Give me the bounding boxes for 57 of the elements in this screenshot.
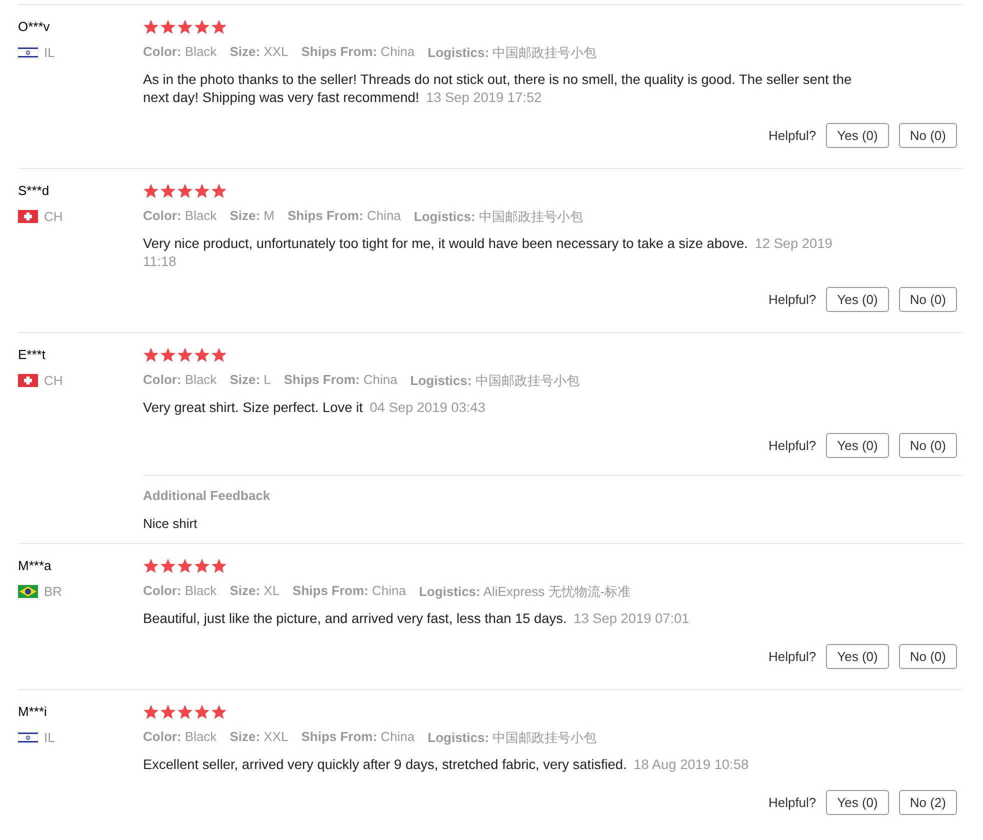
user-name: S***d <box>18 183 50 199</box>
product-attribute: Color: Black <box>143 372 217 389</box>
yes-button[interactable]: Yes (0) <box>826 123 889 148</box>
product-attribute: Color: Black <box>143 44 217 61</box>
flag-icon <box>18 731 38 744</box>
country-code: CH <box>44 373 63 388</box>
flag-icon <box>18 585 38 598</box>
product-attribute: Ships From: China <box>301 729 415 746</box>
helpful-label: Helpful? <box>768 649 816 664</box>
review-text: Very great shirt. Size perfect. Love it 04 Sep 2019 03:43 <box>143 399 486 417</box>
user-name: M***i <box>18 704 48 720</box>
product-attribute: Size: XXL <box>230 729 288 746</box>
flag-icon <box>18 46 38 59</box>
additional-feedback-text: Nice shirt <box>143 516 198 531</box>
review-text: Excellent seller, arrived very quickly after 9 days, stretched fabric, very satisfied. 18 Aug 2019 10:58 <box>143 756 750 774</box>
review-text: Beautiful, just like the picture, and arrived very fast, less than 15 days. 13 Sep 2019 07:01 <box>143 610 690 628</box>
yes-button[interactable]: Yes (0) <box>826 644 889 669</box>
helpful-label: Helpful? <box>768 292 816 307</box>
flag-icon <box>18 210 38 223</box>
no-button[interactable]: No (0) <box>898 123 957 148</box>
product-attribute: Ships From: China <box>287 208 401 225</box>
review-text: Very nice product, unfortunately too tight for me, it would have been necessary to take a size above. 12 Sep 2019 11:18 <box>143 235 834 271</box>
product-attribute: Ships From: China <box>284 372 398 389</box>
review-text: As in the photo thanks to the seller! Threads do not stick out, there is no smell, the quality is good. The seller sent the next day! Shipping was very fast recommend! 13 Sep 2019 17:52 <box>143 71 853 107</box>
product-attribute: Logistics: 中国邮政挂号小包 <box>428 44 597 62</box>
yes-button[interactable]: Yes (0) <box>826 287 889 312</box>
user-name: E***t <box>18 347 46 363</box>
country-code: BR <box>44 584 62 599</box>
helpful-label: Helpful? <box>768 795 816 810</box>
additional-feedback-title: Additional Feedback <box>143 488 272 503</box>
no-button[interactable]: No (0) <box>898 433 957 458</box>
yes-button[interactable]: Yes (0) <box>826 433 889 458</box>
product-attribute: Ships From: China <box>292 583 406 600</box>
flag-icon <box>18 374 38 387</box>
country-code: CH <box>44 209 63 224</box>
product-attribute: Logistics: AliExpress 无忧物流-标准 <box>418 583 631 601</box>
product-attribute: Logistics: 中国邮政挂号小包 <box>428 729 597 747</box>
product-attribute: Color: Black <box>143 208 217 225</box>
no-button[interactable]: No (2) <box>898 790 957 815</box>
product-attribute: Size: XL <box>230 583 280 600</box>
product-attribute: Size: L <box>230 372 271 389</box>
product-attribute: Ships From: China <box>301 44 415 61</box>
user-name: M***a <box>18 558 52 574</box>
product-attribute: Size: XXL <box>230 44 288 61</box>
helpful-label: Helpful? <box>768 438 816 453</box>
product-attribute: Color: Black <box>143 729 217 746</box>
yes-button[interactable]: Yes (0) <box>826 790 889 815</box>
no-button[interactable]: No (0) <box>898 644 957 669</box>
product-attribute: Logistics: 中国邮政挂号小包 <box>414 208 583 226</box>
no-button[interactable]: No (0) <box>898 287 957 312</box>
helpful-label: Helpful? <box>768 128 816 143</box>
country-code: IL <box>44 45 55 60</box>
user-name: O***v <box>18 19 51 35</box>
product-attribute: Logistics: 中国邮政挂号小包 <box>410 372 580 390</box>
country-code: IL <box>44 730 55 745</box>
product-attribute: Color: Black <box>143 583 217 600</box>
product-attribute: Size: M <box>230 208 274 225</box>
